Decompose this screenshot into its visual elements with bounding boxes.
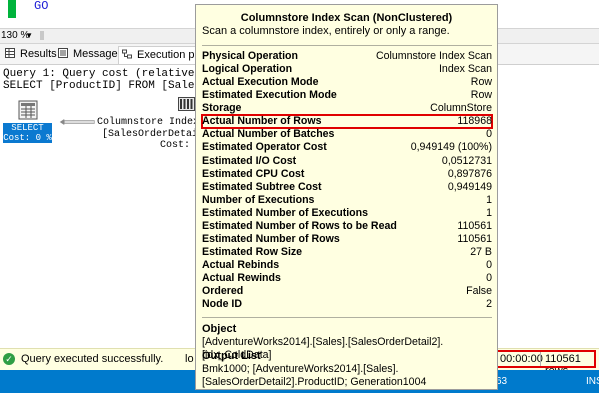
select-node[interactable]: SELECT Cost: 0 %	[3, 123, 52, 143]
property-value: 1	[486, 206, 492, 219]
query-cost-header: Query 1: Query cost (relative t	[3, 68, 208, 80]
property-value: Columnstore Index Scan	[375, 50, 492, 62]
property-key: Estimated Operator Cost	[202, 141, 327, 154]
property-key: Actual Rewinds	[202, 272, 281, 285]
query-text: SELECT [ProductID] FROM [Sales]	[3, 80, 208, 92]
property-key: Estimated Number of Rows	[202, 232, 340, 245]
grid-icon	[5, 48, 15, 58]
property-row: Actual Number of Rows 118968	[201, 114, 493, 130]
tab-results[interactable]: Results	[2, 46, 61, 63]
property-key: Estimated Number of Rows to be Read	[202, 219, 397, 232]
property-value: 0,0512731	[441, 154, 492, 167]
columnstore-scan-icon[interactable]	[178, 97, 195, 111]
status-message: Query executed successfully.	[21, 353, 164, 365]
tab-results-label: Results	[20, 48, 57, 60]
property-value: 0	[486, 272, 492, 285]
property-key: Estimated CPU Cost	[202, 167, 305, 180]
property-key: Actual Number of Rows	[202, 115, 322, 128]
property-value: Row	[470, 89, 492, 102]
select-operator-icon[interactable]	[18, 100, 38, 120]
go-keyword: GO	[34, 0, 49, 13]
property-row: Estimated Number of Executions 1	[202, 207, 492, 220]
property-value: False	[466, 285, 492, 298]
property-key: Logical Operation	[202, 63, 293, 76]
object-header: Object	[202, 323, 237, 335]
property-key: Physical Operation	[202, 50, 298, 62]
tooltip-divider	[202, 45, 492, 46]
checkmark-icon: ✓	[3, 353, 15, 365]
status-server-text: lo	[185, 353, 194, 365]
property-row: Logical Operation Index Scan	[202, 63, 492, 76]
insert-mode: INS	[586, 376, 599, 387]
horizontal-scrollbar[interactable]	[40, 31, 44, 40]
property-row: Actual Rewinds 0	[202, 272, 492, 285]
property-key: Actual Execution Mode	[202, 76, 319, 89]
property-value: 118968	[457, 115, 492, 128]
select-node-cost: Cost: 0 %	[3, 133, 52, 143]
zoom-dropdown[interactable]: 130 % ▼	[1, 29, 35, 42]
property-row: Number of Executions 1	[202, 194, 492, 207]
property-key: Estimated I/O Cost	[202, 154, 297, 167]
property-row: Ordered False	[202, 285, 492, 298]
property-row: Estimated Operator Cost 0,949149 (100%)	[202, 141, 492, 154]
property-key: Estimated Number of Executions	[202, 206, 369, 219]
property-key: Estimated Subtree Cost	[202, 180, 322, 193]
tab-messages-label: Messages	[73, 48, 124, 60]
execution-plan-icon	[122, 49, 132, 59]
property-value: 1	[486, 193, 492, 206]
property-row: Estimated Row Size 27 B	[202, 246, 492, 259]
output-list-value: Bmk1000; [AdventureWorks2014].[Sales].[S…	[202, 363, 427, 388]
property-value: Row	[470, 76, 492, 89]
property-value: 0,897876	[447, 167, 492, 180]
property-row: Actual Execution Mode Row	[202, 76, 492, 89]
property-key: Estimated Row Size	[202, 245, 303, 258]
tooltip-divider	[202, 317, 492, 318]
operator-tooltip: Columnstore Index Scan (NonClustered) Sc…	[195, 4, 498, 390]
output-list-header: Output List	[202, 350, 261, 362]
property-row: Estimated Subtree Cost 0,949149	[202, 181, 492, 194]
property-row: Actual Number of Batches 0	[202, 128, 492, 141]
property-row: Estimated CPU Cost 0,897876	[202, 168, 492, 181]
tooltip-subtitle: Scan a columnstore index, entirely or on…	[202, 25, 450, 37]
property-row: Physical Operation Columnstore Index Scan	[202, 50, 492, 63]
data-flow-arrow	[59, 119, 95, 125]
property-key: Number of Executions	[202, 193, 315, 206]
property-key: Actual Rebinds	[202, 259, 280, 271]
tab-messages[interactable]: Messages	[55, 46, 127, 63]
property-value: Index Scan	[438, 63, 492, 76]
property-row: Estimated Number of Rows to be Read 11056…	[202, 220, 492, 233]
property-value: 110561	[457, 219, 492, 232]
property-key: Estimated Execution Mode	[202, 89, 337, 102]
property-key: Ordered	[202, 285, 244, 298]
property-value: 0,949149	[447, 180, 492, 193]
property-key: Actual Number of Batches	[202, 128, 335, 141]
property-row: Storage ColumnStore	[202, 102, 492, 115]
property-row: Estimated I/O Cost 0,0512731	[202, 155, 492, 168]
chevron-down-icon: ▼	[25, 31, 33, 40]
property-row: Estimated Execution Mode Row	[202, 89, 492, 102]
tooltip-title: Columnstore Index Scan (NonClustered)	[240, 12, 453, 24]
change-margin-indicator	[8, 0, 16, 18]
property-row: Node ID 2	[202, 298, 492, 311]
property-key: Storage	[202, 102, 242, 115]
property-value: ColumnStore	[430, 102, 492, 115]
property-value: 110561	[457, 232, 492, 245]
property-list: Physical Operation Columnstore Index Scan…	[201, 50, 493, 311]
property-value: 2	[486, 298, 492, 311]
messages-icon	[58, 48, 68, 58]
scan-node-label: Columnstore Index S	[97, 117, 212, 128]
property-value: 27 B	[470, 245, 492, 258]
property-value: 0	[486, 128, 492, 141]
property-value: 0	[486, 259, 492, 271]
property-value: 0,949149 (100%)	[410, 141, 492, 154]
highlight-box-rows	[496, 350, 596, 368]
select-node-label: SELECT	[11, 123, 44, 133]
property-row: Actual Rebinds 0	[202, 259, 492, 272]
property-row: Estimated Number of Rows 110561	[202, 233, 492, 246]
property-key: Node ID	[202, 298, 243, 311]
